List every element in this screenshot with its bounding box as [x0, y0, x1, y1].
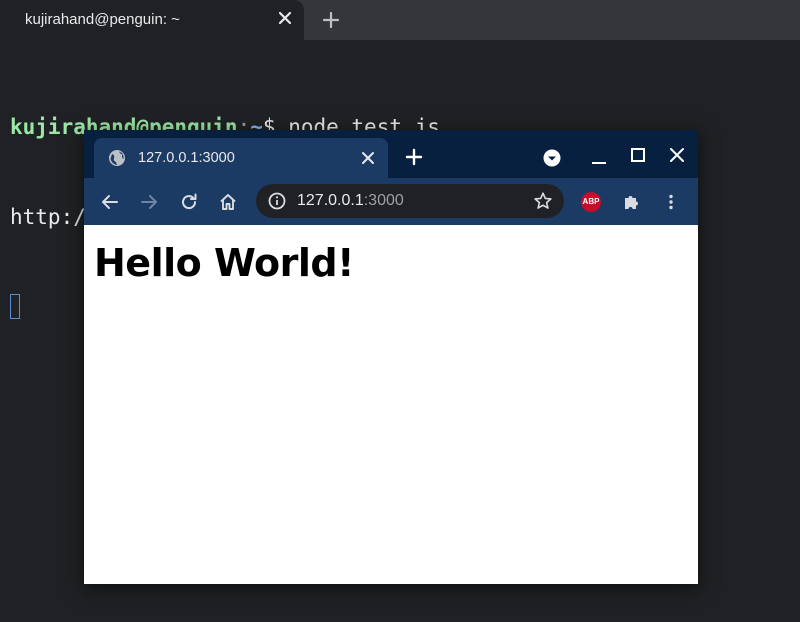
url-host: 127.0.0.1: [297, 192, 364, 209]
browser-tab-bar: 127.0.0.1:3000: [84, 130, 698, 178]
home-icon[interactable]: [218, 192, 238, 212]
back-arrow-icon[interactable]: [100, 192, 120, 212]
close-icon[interactable]: [276, 9, 294, 27]
address-bar[interactable]: 127.0.0.1:3000: [256, 184, 564, 218]
info-icon[interactable]: [268, 192, 286, 210]
puzzle-icon[interactable]: [621, 192, 641, 212]
close-icon[interactable]: [360, 150, 376, 166]
terminal-tab[interactable]: kujirahand@penguin: ~: [0, 0, 304, 40]
browser-tab[interactable]: 127.0.0.1:3000: [94, 138, 388, 178]
terminal-cursor: [10, 294, 20, 319]
star-icon[interactable]: [533, 191, 553, 211]
url-port: :3000: [363, 192, 404, 209]
tab-search-icon[interactable]: [543, 149, 561, 167]
terminal-tab-bar: kujirahand@penguin: ~: [0, 0, 800, 40]
forward-arrow-icon[interactable]: [139, 192, 159, 212]
plus-icon[interactable]: [321, 10, 341, 30]
reload-icon[interactable]: [179, 192, 199, 212]
kebab-menu-icon[interactable]: [661, 192, 681, 212]
page-content: Hello World!: [84, 225, 698, 584]
url-text: 127.0.0.1:3000: [297, 192, 404, 210]
window-close-icon[interactable]: [668, 146, 686, 164]
browser-window: 127.0.0.1:3000 127.0.0.1:3000 ABP Hello …: [84, 130, 698, 584]
browser-toolbar: 127.0.0.1:3000 ABP: [84, 178, 698, 225]
adblock-plus-icon[interactable]: ABP: [581, 192, 601, 212]
browser-tab-title: 127.0.0.1:3000: [138, 150, 235, 166]
minimize-icon[interactable]: [590, 150, 608, 168]
maximize-icon[interactable]: [629, 146, 647, 164]
globe-icon: [109, 150, 125, 166]
terminal-tab-title: kujirahand@penguin: ~: [25, 11, 180, 28]
page-heading: Hello World!: [94, 241, 354, 285]
plus-icon[interactable]: [405, 148, 423, 166]
